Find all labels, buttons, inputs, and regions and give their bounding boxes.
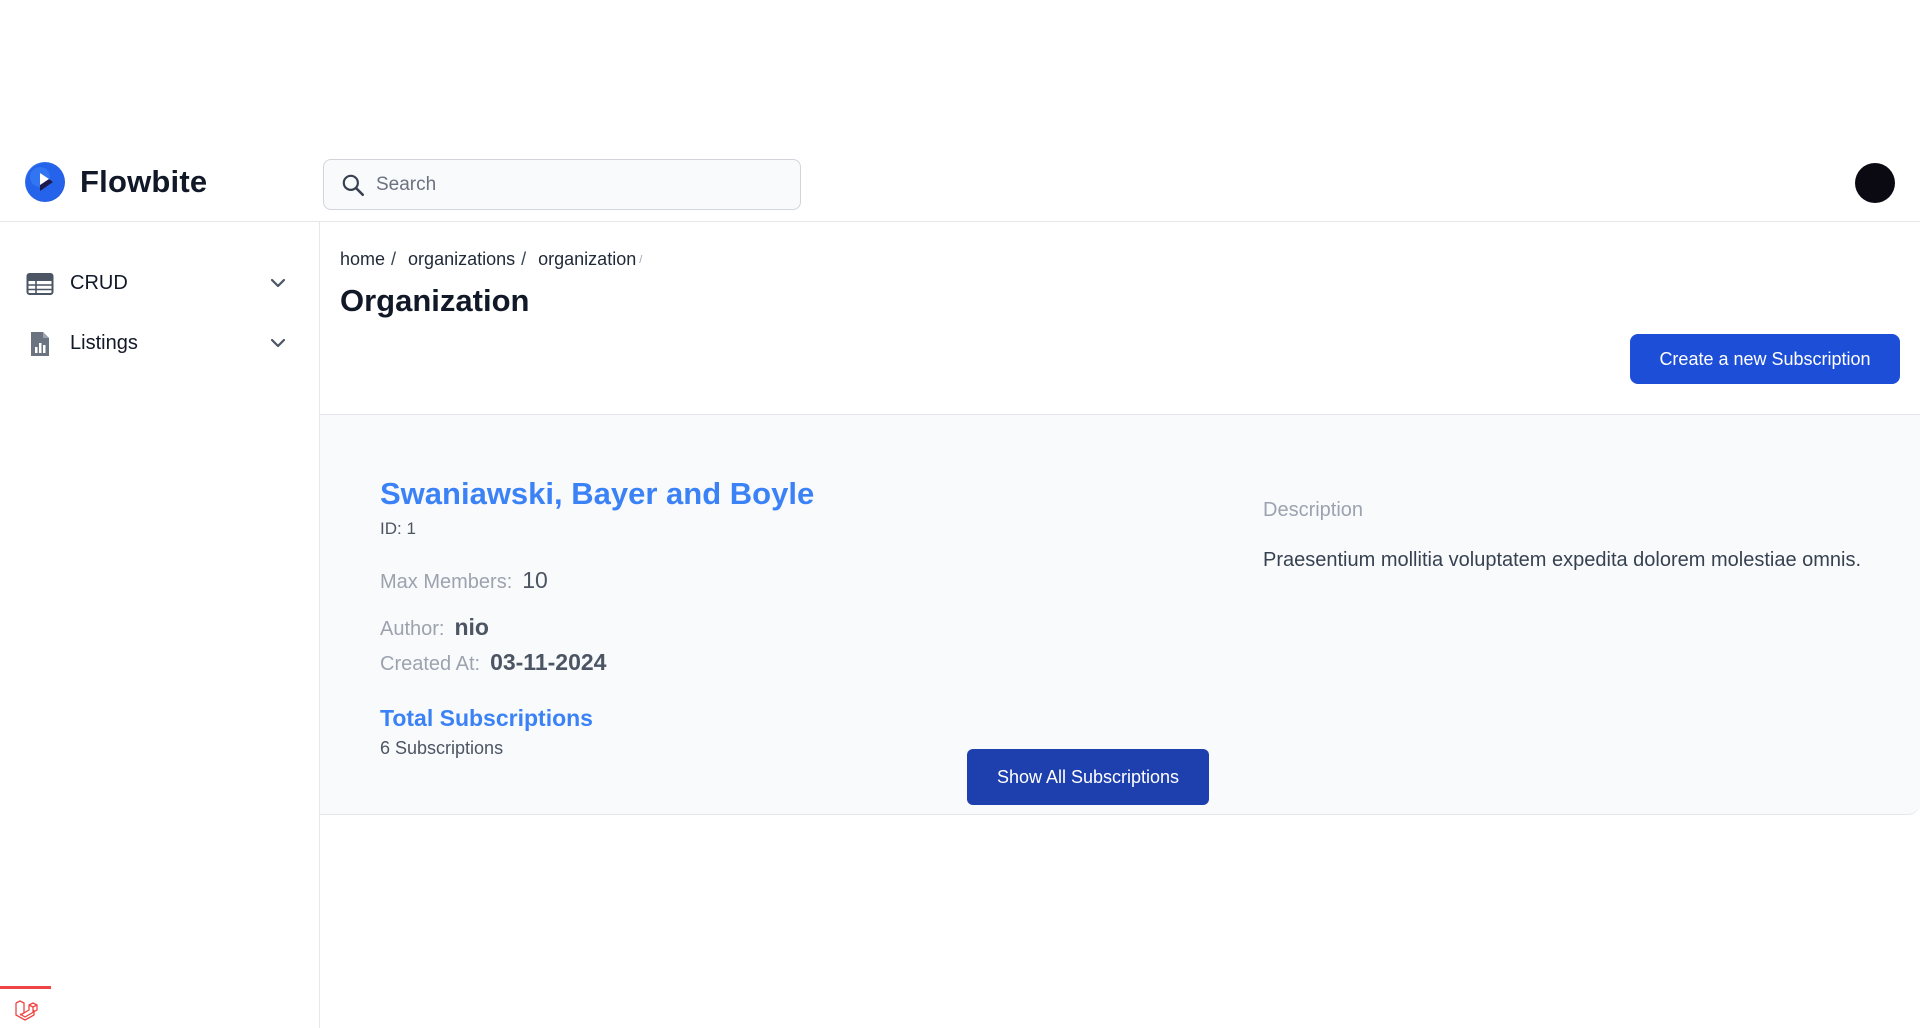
create-subscription-button[interactable]: Create a new Subscription xyxy=(1630,334,1900,384)
chevron-down-icon xyxy=(270,278,286,288)
organization-name: Swaniawski, Bayer and Boyle xyxy=(380,476,815,511)
page-title: Organization xyxy=(340,283,530,318)
debugbar-toggle[interactable] xyxy=(0,986,51,1028)
breadcrumb-organization[interactable]: organization xyxy=(538,249,636,270)
app-logo[interactable]: Flowbite xyxy=(25,162,207,202)
sidebar-item-label: Listings xyxy=(70,331,138,354)
created-at-label: Created At: xyxy=(380,653,481,675)
breadcrumb-separator: / xyxy=(639,253,643,266)
author-label: Author: xyxy=(380,618,445,640)
max-members-label: Max Members: xyxy=(380,571,513,593)
max-members-field: Max Members: 10 xyxy=(380,567,548,594)
sidebar-item-label: CRUD xyxy=(70,271,128,294)
max-members-value: 10 xyxy=(522,567,548,593)
sidebar-item-listings[interactable]: Listings xyxy=(0,317,319,369)
total-subscriptions-title: Total Subscriptions xyxy=(380,705,593,731)
author-field: Author: nio xyxy=(380,614,489,641)
total-subscriptions-count: 6 Subscriptions xyxy=(380,738,504,758)
table-icon xyxy=(26,273,54,295)
description-label: Description xyxy=(1263,499,1364,521)
flowbite-logo-icon xyxy=(25,162,65,202)
breadcrumb-separator: / xyxy=(391,249,397,269)
document-chart-icon xyxy=(31,332,49,356)
breadcrumb: home / organizations / organization / xyxy=(340,249,642,270)
author-value: nio xyxy=(454,614,489,640)
chevron-down-icon xyxy=(270,338,286,348)
created-at-field: Created At: 03-11-2024 xyxy=(380,649,606,676)
breadcrumb-home[interactable]: home xyxy=(340,249,385,270)
description-text: Praesentium mollitia voluptatem expedita… xyxy=(1263,549,1862,571)
organization-id: ID: 1 xyxy=(380,519,416,538)
sidebar: CRUD Listings xyxy=(0,222,320,1028)
show-all-subscriptions-button[interactable]: Show All Subscriptions xyxy=(967,749,1209,805)
top-navbar xyxy=(0,147,1920,222)
user-avatar[interactable] xyxy=(1855,163,1895,203)
breadcrumb-organizations[interactable]: organizations xyxy=(408,249,515,270)
laravel-logo-icon xyxy=(15,1000,38,1021)
search-input[interactable] xyxy=(374,172,778,197)
search-bar[interactable] xyxy=(323,159,801,210)
sidebar-item-crud[interactable]: CRUD xyxy=(0,257,319,309)
app-name: Flowbite xyxy=(80,164,208,199)
search-icon xyxy=(342,174,365,196)
breadcrumb-separator: / xyxy=(521,249,527,269)
created-at-value: 03-11-2024 xyxy=(490,649,607,675)
